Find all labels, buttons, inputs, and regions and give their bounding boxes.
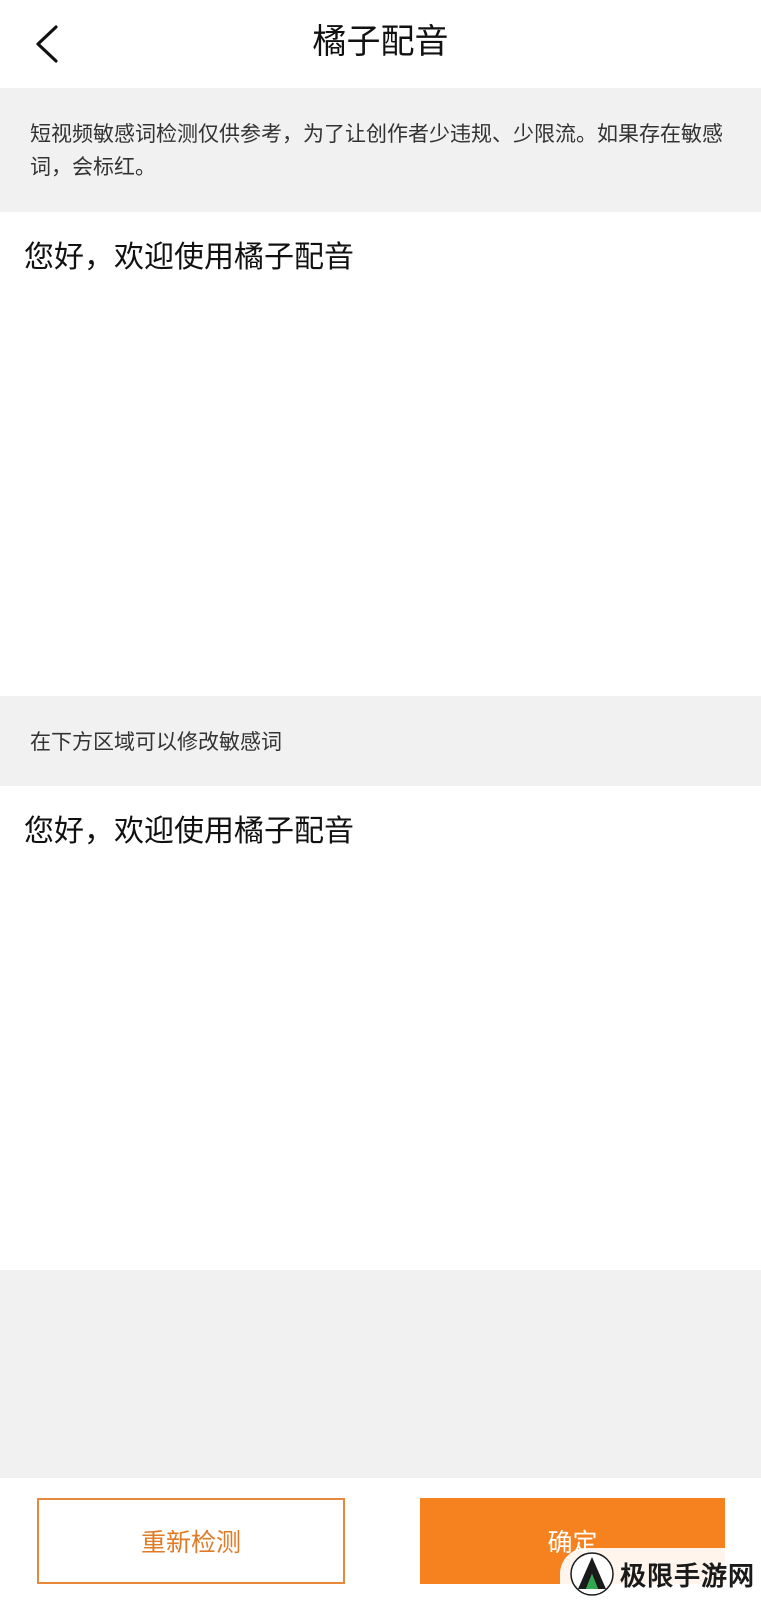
- notice-banner: 短视频敏感词检测仅供参考，为了让创作者少违规、少限流。如果存在敏感词，会标红。: [0, 88, 761, 212]
- page: 橘子配音 短视频敏感词检测仅供参考，为了让创作者少违规、少限流。如果存在敏感词，…: [0, 0, 761, 1600]
- header-bar: 橘子配音: [0, 0, 761, 88]
- recheck-button[interactable]: 重新检测: [37, 1498, 345, 1584]
- watermark-logo-icon: [570, 1552, 614, 1596]
- bottom-spacer: [0, 1270, 761, 1478]
- watermark-text: 极限手游网: [620, 1561, 756, 1592]
- watermark: 极限手游网: [560, 1548, 761, 1600]
- edit-text-input[interactable]: 您好，欢迎使用橘子配音: [24, 810, 737, 854]
- edit-section-label: 在下方区域可以修改敏感词: [0, 696, 761, 786]
- edit-text-area[interactable]: 您好，欢迎使用橘子配音: [0, 786, 761, 1270]
- page-title: 橘子配音: [312, 22, 449, 62]
- original-text: 您好，欢迎使用橘子配音: [24, 240, 354, 275]
- original-text-area: 您好，欢迎使用橘子配音: [0, 212, 761, 696]
